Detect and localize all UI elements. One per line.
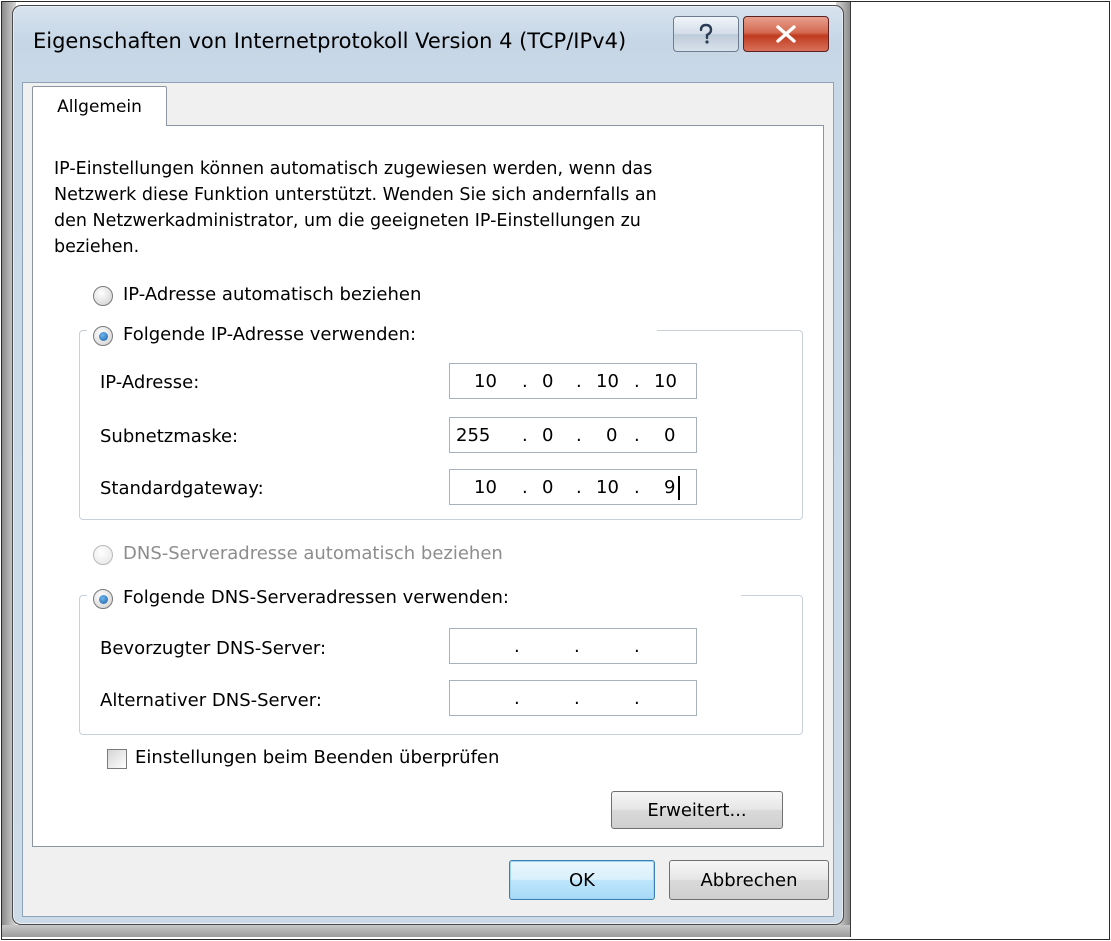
ok-button-label: OK bbox=[569, 869, 595, 891]
octet-dot: . bbox=[634, 371, 640, 392]
ip-address-label: IP-Adresse: bbox=[100, 372, 200, 393]
advanced-button-label: Erweitert... bbox=[647, 799, 747, 821]
dns-manual-radio[interactable] bbox=[93, 589, 113, 609]
octet-dot: . bbox=[522, 425, 528, 446]
cancel-button[interactable]: Abbrechen bbox=[669, 860, 829, 900]
octet-dot: . bbox=[576, 371, 582, 392]
divider bbox=[850, 2, 851, 937]
ip-auto-label: IP-Adresse automatisch beziehen bbox=[123, 284, 422, 305]
intro-line: den Netzwerkadministrator, um die geeign… bbox=[54, 211, 641, 231]
ip-address-input[interactable]: 10 . 0 . 10 . 10 bbox=[449, 363, 697, 399]
dns-manual-label: Folgende DNS-Serveradressen verwenden: bbox=[123, 587, 509, 608]
octet: 9 bbox=[664, 477, 676, 498]
octet-dot: . bbox=[576, 425, 582, 446]
octet-dot: . bbox=[634, 688, 640, 709]
octet: 10 bbox=[596, 371, 619, 392]
intro-line: Netzwerk diese Funktion unterstützt. Wen… bbox=[54, 185, 657, 205]
gateway-label: Standardgateway: bbox=[100, 478, 264, 499]
dns-auto-label: DNS-Serveradresse automatisch beziehen bbox=[123, 543, 503, 564]
octet: 10 bbox=[654, 371, 677, 392]
alternate-dns-label: Alternativer DNS-Server: bbox=[100, 690, 322, 711]
cancel-button-label: Abbrechen bbox=[700, 869, 798, 891]
ok-button[interactable]: OK bbox=[509, 860, 655, 900]
intro-line: IP-Einstellungen können automatisch zuge… bbox=[54, 159, 653, 179]
gateway-input[interactable]: 10 . 0 . 10 . 9 bbox=[449, 469, 697, 505]
octet-dot: . bbox=[514, 636, 520, 657]
background-window-edge bbox=[2, 925, 850, 937]
tab-allgemein[interactable]: Allgemein bbox=[32, 86, 167, 126]
ip-auto-radio[interactable] bbox=[93, 286, 113, 306]
subnet-mask-label: Subnetzmaske: bbox=[100, 426, 239, 447]
intro-line: beziehen. bbox=[54, 237, 140, 257]
tab-label: Allgemein bbox=[57, 96, 142, 117]
octet: 10 bbox=[474, 477, 497, 498]
validate-on-exit-checkbox[interactable] bbox=[107, 749, 127, 769]
advanced-button[interactable]: Erweitert... bbox=[611, 791, 783, 829]
close-button[interactable] bbox=[743, 16, 829, 52]
dns-auto-radio[interactable] bbox=[93, 545, 113, 565]
octet: 0 bbox=[664, 425, 676, 446]
octet: 0 bbox=[542, 425, 554, 446]
text-caret bbox=[678, 476, 680, 500]
octet: 255 bbox=[456, 425, 491, 446]
octet: 0 bbox=[542, 371, 554, 392]
octet-dot: . bbox=[522, 477, 528, 498]
octet-dot: . bbox=[576, 477, 582, 498]
ip-manual-label: Folgende IP-Adresse verwenden: bbox=[123, 324, 417, 345]
octet-dot: . bbox=[514, 688, 520, 709]
dialog-title: Eigenschaften von Internetprotokoll Vers… bbox=[33, 29, 627, 53]
octet-dot: . bbox=[574, 636, 580, 657]
help-icon bbox=[699, 23, 713, 44]
subnet-mask-input[interactable]: 255 . 0 . 0 . 0 bbox=[449, 417, 697, 453]
preferred-dns-input[interactable]: . . . bbox=[449, 628, 697, 664]
octet-dot: . bbox=[522, 371, 528, 392]
octet-dot: . bbox=[574, 688, 580, 709]
preferred-dns-label: Bevorzugter DNS-Server: bbox=[100, 638, 327, 659]
tcp-ipv4-properties-dialog: Eigenschaften von Internetprotokoll Vers… bbox=[12, 5, 844, 925]
octet: 0 bbox=[606, 425, 618, 446]
help-button[interactable] bbox=[673, 16, 739, 52]
octet-dot: . bbox=[634, 636, 640, 657]
close-icon bbox=[776, 25, 796, 43]
octet-dot: . bbox=[634, 477, 640, 498]
octet: 10 bbox=[474, 371, 497, 392]
ip-manual-radio[interactable] bbox=[93, 326, 113, 346]
alternate-dns-input[interactable]: . . . bbox=[449, 680, 697, 716]
intro-description: IP-Einstellungen können automatisch zuge… bbox=[54, 156, 774, 260]
octet: 0 bbox=[542, 477, 554, 498]
octet-dot: . bbox=[634, 425, 640, 446]
validate-on-exit-label: Einstellungen beim Beenden überprüfen bbox=[135, 747, 500, 768]
octet: 10 bbox=[596, 477, 619, 498]
